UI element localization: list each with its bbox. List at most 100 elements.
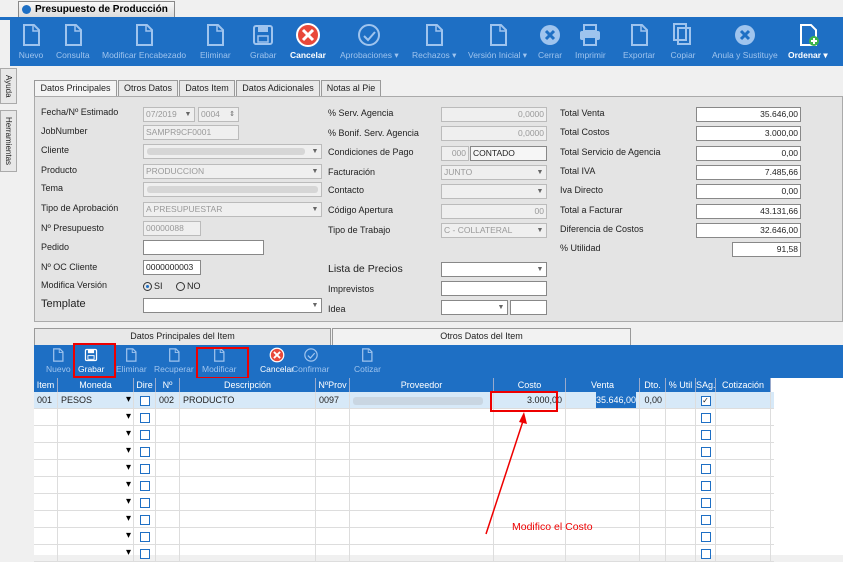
grid-cell[interactable]: PESOS ▾	[58, 392, 134, 409]
grid-cell[interactable]	[696, 409, 716, 426]
checkbox[interactable]	[139, 480, 150, 491]
grid-cell[interactable]	[640, 443, 666, 460]
toolbar-button-9[interactable]: Versión Inicial ▾	[468, 22, 527, 61]
grid-cell[interactable]	[350, 460, 494, 477]
oc-field[interactable]: 0000000003	[143, 260, 201, 275]
item-toolbar-button-7[interactable]: Confirmar	[292, 347, 329, 374]
toolbar-button-10[interactable]: Cerrar	[537, 22, 563, 60]
grid-cell[interactable]	[640, 409, 666, 426]
grid-cell[interactable]	[134, 409, 156, 426]
tab-datos-principales-item[interactable]: Datos Principales del Item	[34, 328, 331, 345]
table-row[interactable]: ▾	[34, 443, 774, 460]
checkbox[interactable]	[700, 463, 711, 474]
checkbox[interactable]	[139, 548, 150, 559]
aprobacion-select[interactable]: A PRESUPUESTAR ▼	[143, 202, 322, 217]
checkbox[interactable]	[700, 514, 711, 525]
item-toolbar-button-1[interactable]: Nuevo	[46, 347, 71, 374]
item-toolbar-button-4[interactable]: Recuperar	[154, 347, 194, 374]
grid-cell[interactable]	[180, 494, 316, 511]
grid-cell[interactable]	[316, 511, 350, 528]
grid-cell[interactable]	[716, 528, 771, 545]
grid-header[interactable]: SAg.	[696, 378, 716, 392]
grid-cell[interactable]	[566, 409, 640, 426]
grid-cell[interactable]	[180, 443, 316, 460]
grid-cell[interactable]	[696, 528, 716, 545]
toolbar-button-6[interactable]: Cancelar	[290, 22, 326, 60]
toolbar-button-4[interactable]: Eliminar	[200, 22, 231, 60]
grid-cell[interactable]	[34, 443, 58, 460]
grid-cell[interactable]	[640, 426, 666, 443]
checkbox[interactable]	[700, 412, 711, 423]
toolbar-button-13[interactable]: Copiar	[670, 22, 696, 60]
toolbar-button-2[interactable]: Consulta	[56, 22, 90, 60]
grid-cell[interactable]	[134, 426, 156, 443]
tema-field[interactable]	[143, 182, 322, 197]
radio-si[interactable]: SI	[143, 281, 163, 292]
checkbox[interactable]	[139, 531, 150, 542]
grid-cell[interactable]	[134, 477, 156, 494]
grid-cell[interactable]	[34, 426, 58, 443]
grid-cell[interactable]	[156, 443, 180, 460]
item-toolbar-button-2[interactable]: Grabar	[78, 347, 104, 374]
grid-header[interactable]: Proveedor	[350, 378, 494, 392]
grid-header[interactable]: Cotización	[716, 378, 771, 392]
grid-cell[interactable]	[666, 426, 696, 443]
grid-cell[interactable]	[34, 477, 58, 494]
checkbox[interactable]	[700, 446, 711, 457]
grid-cell[interactable]	[640, 545, 666, 562]
grid-cell[interactable]: ▾	[58, 545, 134, 562]
grid-header[interactable]: Descripción	[180, 378, 316, 392]
grid-cell[interactable]	[316, 528, 350, 545]
grid-cell[interactable]	[134, 528, 156, 545]
table-row[interactable]: ▾	[34, 426, 774, 443]
idea-field[interactable]	[510, 300, 547, 315]
grid-cell[interactable]	[156, 477, 180, 494]
grid-cell[interactable]	[180, 528, 316, 545]
lista-precios-select[interactable]: ▼	[441, 262, 547, 277]
grid-header[interactable]: Venta	[566, 378, 640, 392]
grid-cell[interactable]	[316, 545, 350, 562]
checkbox[interactable]	[139, 514, 150, 525]
grid-cell[interactable]: ▾	[58, 460, 134, 477]
grid-cell[interactable]	[566, 460, 640, 477]
idea-select[interactable]: ▼	[441, 300, 508, 315]
grid-cell[interactable]	[34, 545, 58, 562]
grid-cell[interactable]: 0,00	[640, 392, 666, 409]
checkbox[interactable]	[700, 548, 711, 559]
grid-cell[interactable]	[34, 511, 58, 528]
grid-cell[interactable]	[350, 443, 494, 460]
radio-no[interactable]: NO	[176, 281, 201, 292]
grid-cell[interactable]	[34, 494, 58, 511]
grid-cell[interactable]: ▾	[58, 409, 134, 426]
grid-cell[interactable]	[640, 528, 666, 545]
grid-cell[interactable]: PRODUCTO	[180, 392, 316, 409]
grid-cell[interactable]: ▾	[58, 426, 134, 443]
facturacion-select[interactable]: JUNTO ▼	[441, 165, 547, 180]
table-row[interactable]: ▾	[34, 528, 774, 545]
grid-cell[interactable]	[180, 477, 316, 494]
tab-otros-datos[interactable]: Otros Datos	[118, 80, 178, 97]
table-row[interactable]: ▾	[34, 477, 774, 494]
grid-cell[interactable]	[34, 409, 58, 426]
grid-cell[interactable]	[180, 545, 316, 562]
toolbar-button-14[interactable]: Anula y Sustituye	[712, 22, 778, 60]
toolbar-button-12[interactable]: Exportar	[623, 22, 655, 60]
grid-cell[interactable]	[156, 460, 180, 477]
grid-cell[interactable]	[350, 511, 494, 528]
toolbar-button-7[interactable]: Aprobaciones ▾	[340, 22, 399, 61]
grid-cell[interactable]	[666, 494, 696, 511]
grid-cell[interactable]	[666, 528, 696, 545]
grid-cell[interactable]	[640, 494, 666, 511]
grid-cell[interactable]	[716, 460, 771, 477]
grid-cell[interactable]	[566, 545, 640, 562]
grid-cell[interactable]	[716, 511, 771, 528]
item-toolbar-button-5[interactable]: Modificar	[202, 347, 236, 374]
table-row[interactable]: ▾	[34, 460, 774, 477]
grid-cell[interactable]	[156, 528, 180, 545]
producto-select[interactable]: PRODUCCION ▼	[143, 164, 322, 179]
checkbox[interactable]	[139, 429, 150, 440]
venta-selected[interactable]: 35.646,00	[595, 392, 636, 408]
grid-cell[interactable]	[566, 494, 640, 511]
grid-cell[interactable]	[156, 494, 180, 511]
grid-header[interactable]: Item	[34, 378, 58, 392]
